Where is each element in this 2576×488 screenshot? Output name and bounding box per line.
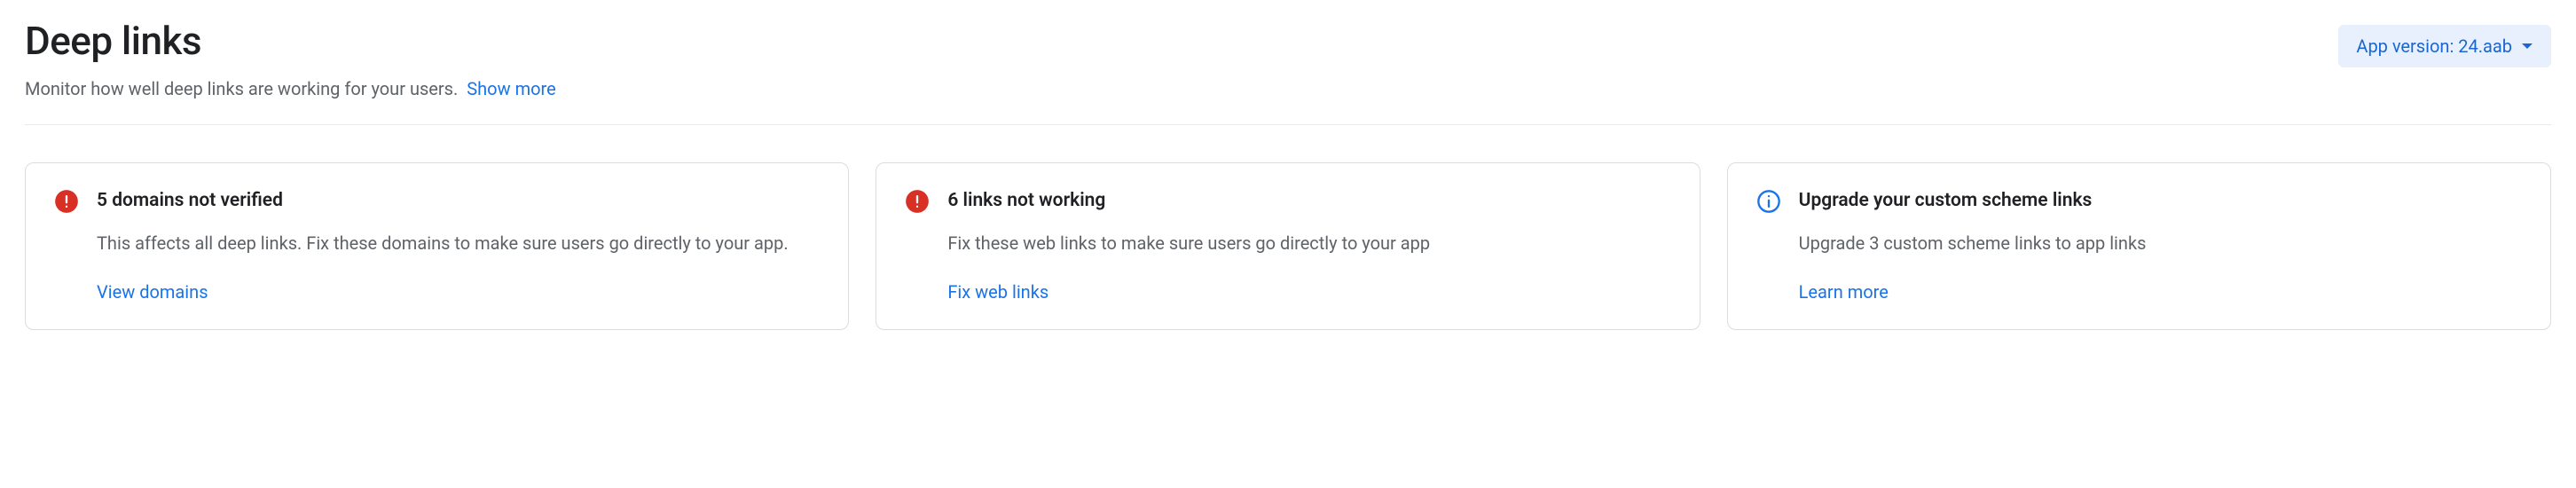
page-title: Deep links: [25, 18, 556, 64]
divider: [25, 124, 2551, 125]
card-body: This affects all deep links. Fix these d…: [97, 230, 820, 256]
card-links-not-working: 6 links not working Fix these web links …: [876, 162, 1700, 330]
app-version-dropdown[interactable]: App version: 24.aab: [2338, 25, 2551, 67]
info-icon: [1756, 189, 1781, 214]
page-subtitle: Monitor how well deep links are working …: [25, 78, 458, 99]
subtitle-row: Monitor how well deep links are working …: [25, 78, 556, 99]
error-icon: [54, 189, 79, 214]
fix-web-links-link[interactable]: Fix web links: [947, 281, 1048, 303]
show-more-link[interactable]: Show more: [467, 78, 555, 99]
card-title: 6 links not working: [947, 188, 1670, 214]
app-version-label: App version: 24.aab: [2356, 35, 2512, 57]
card-upgrade-scheme: Upgrade your custom scheme links Upgrade…: [1727, 162, 2551, 330]
page-header: Deep links Monitor how well deep links a…: [25, 18, 2551, 99]
view-domains-link[interactable]: View domains: [97, 281, 208, 303]
card-title: Upgrade your custom scheme links: [1799, 188, 2522, 214]
card-domains-not-verified: 5 domains not verified This affects all …: [25, 162, 849, 330]
chevron-down-icon: [2521, 43, 2533, 50]
card-title: 5 domains not verified: [97, 188, 820, 214]
title-block: Deep links Monitor how well deep links a…: [25, 18, 556, 99]
learn-more-link[interactable]: Learn more: [1799, 281, 1889, 303]
status-cards: 5 domains not verified This affects all …: [25, 162, 2551, 330]
error-icon: [905, 189, 930, 214]
card-body: Fix these web links to make sure users g…: [947, 230, 1670, 256]
card-body: Upgrade 3 custom scheme links to app lin…: [1799, 230, 2522, 256]
